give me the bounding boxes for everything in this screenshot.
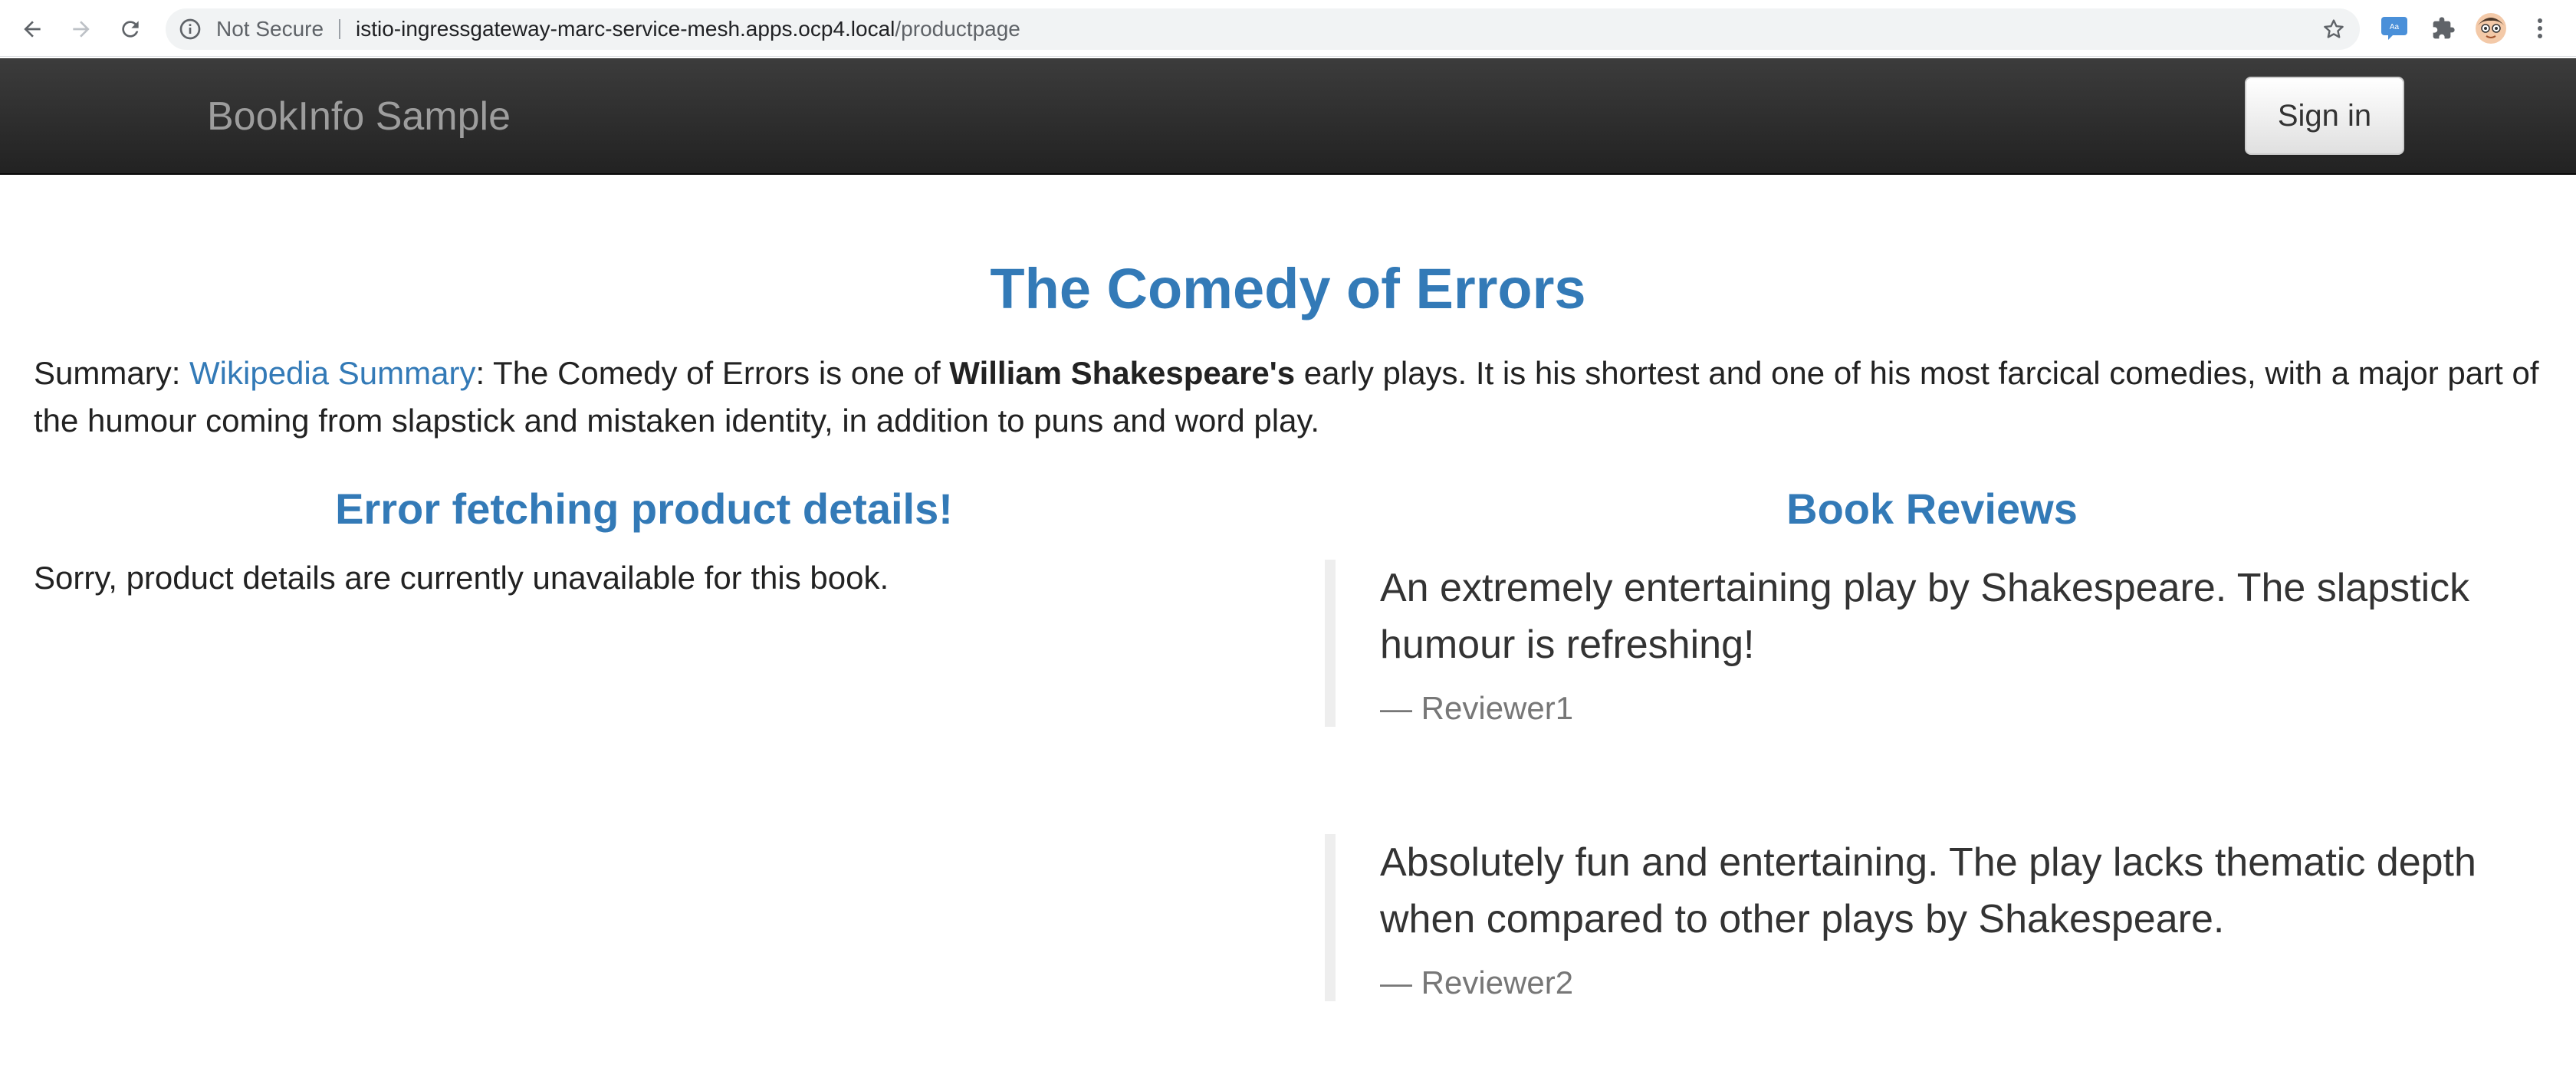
product-details-column: Error fetching product details! Sorry, p… (0, 483, 1288, 596)
sign-in-button[interactable]: Sign in (2245, 77, 2404, 155)
review-text: Absolutely fun and entertaining. The pla… (1380, 840, 2476, 941)
review-item: Absolutely fun and entertaining. The pla… (1325, 834, 2551, 1001)
review-text: An extremely entertaining play by Shakes… (1380, 566, 2470, 667)
translate-extension-button[interactable]: Aa (2378, 12, 2410, 44)
puzzle-extensions-icon (2433, 17, 2455, 39)
svg-text:Aa: Aa (2390, 23, 2400, 31)
reviews-heading: Book Reviews (1786, 485, 2078, 533)
translate-extension-icon: Aa (2381, 17, 2407, 40)
url-host: istio-ingressgateway-marc-service-mesh.a… (356, 17, 895, 41)
forward-arrow-icon (73, 21, 90, 38)
browser-toolbar: Not Secure istio-ingressgateway-marc-ser… (0, 0, 2576, 57)
reload-button[interactable] (110, 9, 150, 49)
review-author: — Reviewer2 (1380, 964, 1574, 1001)
star-icon[interactable] (2321, 17, 2346, 41)
extensions-button[interactable] (2427, 12, 2459, 44)
back-arrow-icon (24, 21, 41, 38)
info-icon[interactable] (178, 17, 202, 41)
url-text[interactable]: istio-ingressgateway-marc-service-mesh.a… (356, 8, 1020, 50)
summary-label: Summary: (34, 355, 190, 391)
profile-avatar-icon (2476, 13, 2506, 44)
more-menu-button[interactable] (2524, 12, 2556, 44)
url-path: /productpage (895, 17, 1020, 41)
details-error-message: Sorry, product details are currently una… (34, 560, 889, 596)
address-bar[interactable]: Not Secure istio-ingressgateway-marc-ser… (166, 8, 2360, 50)
review-item: An extremely entertaining play by Shakes… (1325, 560, 2551, 727)
page-title: The Comedy of Errors (990, 257, 1586, 320)
summary-text-start: : The Comedy of Errors is one of (475, 355, 950, 391)
product-summary: Summary: Wikipedia Summary: The Comedy o… (34, 350, 2556, 445)
summary-author: William Shakespeare's (949, 355, 1296, 391)
more-menu-icon (2538, 18, 2542, 38)
security-status[interactable]: Not Secure (216, 8, 324, 50)
wikipedia-summary-link[interactable]: Wikipedia Summary (189, 355, 475, 391)
back-button[interactable] (12, 9, 52, 49)
app-navbar: BookInfo Sample Sign in (0, 58, 2576, 175)
details-error-heading: Error fetching product details! (335, 485, 953, 533)
omnibox-divider (339, 19, 340, 39)
profile-button[interactable] (2475, 12, 2507, 44)
forward-button[interactable] (61, 9, 101, 49)
brand-link[interactable]: BookInfo Sample (207, 58, 511, 175)
review-author: — Reviewer1 (1380, 690, 1574, 726)
book-reviews-column: Book Reviews An extremely entertaining p… (1288, 483, 2576, 1001)
reload-icon (122, 21, 139, 38)
